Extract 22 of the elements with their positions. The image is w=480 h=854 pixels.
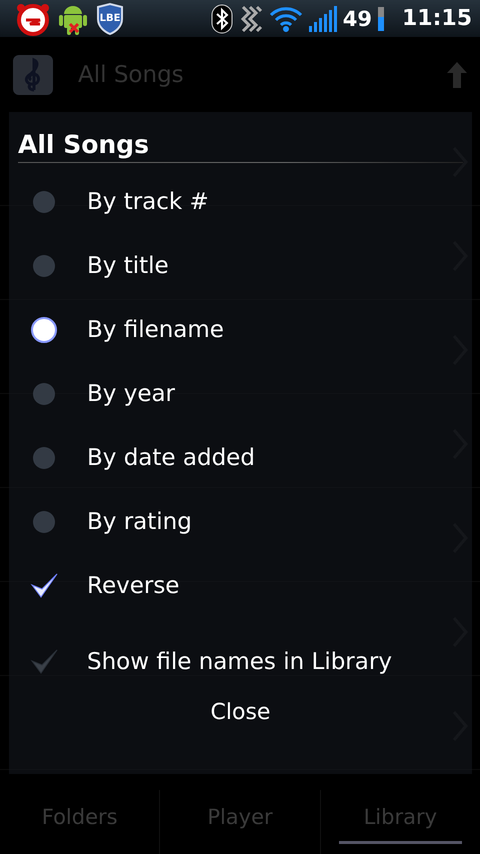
dialog-title: All Songs (18, 130, 149, 161)
wifi-icon (268, 6, 303, 32)
option-label[interactable]: By track # (87, 189, 209, 215)
option-label[interactable]: Reverse (87, 573, 180, 599)
treble-clef-icon[interactable] (12, 54, 54, 96)
option-label[interactable]: By year (87, 381, 176, 407)
option-label[interactable]: By date added (87, 445, 255, 471)
alarm-clock-icon (14, 2, 52, 36)
up-arrow-icon[interactable] (446, 60, 468, 88)
signal-icon (308, 6, 337, 32)
option-label[interactable]: By rating (87, 509, 192, 535)
radio-button[interactable] (29, 315, 59, 345)
bluetooth-icon (210, 4, 233, 34)
option-label[interactable]: By filename (87, 317, 224, 343)
clock: 11:15 (402, 6, 472, 31)
battery-percent: 49 (342, 6, 372, 30)
shield-label: LBE (100, 13, 120, 24)
option-label[interactable]: By title (87, 253, 169, 279)
option-label[interactable]: Show file names in Library (87, 649, 392, 675)
battery-icon (378, 6, 384, 30)
vibrate-icon (238, 4, 263, 32)
close-button[interactable]: Close (190, 694, 290, 731)
